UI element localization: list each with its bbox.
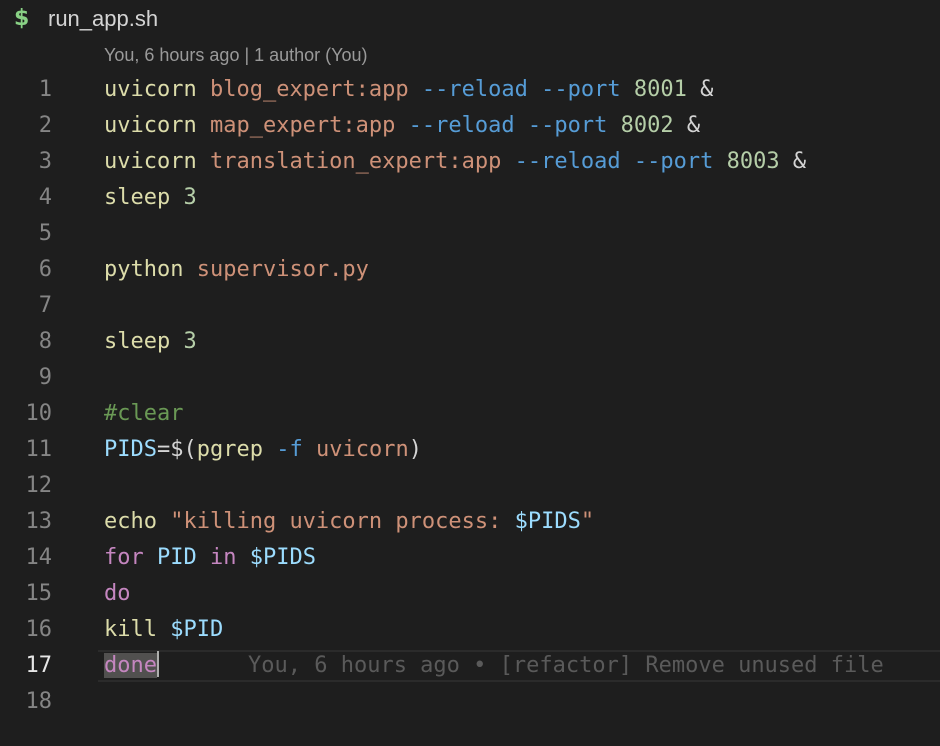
code-line: 11 PIDS=$(pgrep -f uvicorn) [0,432,940,468]
line-number: 12 [25,473,53,498]
code-text: sleep 3 [104,185,197,210]
code-text: done [104,648,159,684]
code-text: python supervisor.py [104,257,369,282]
code-line: 10 #clear [0,396,940,432]
code-line: 2 uvicorn map_expert:app --reload --port… [0,108,940,144]
code-text: echo "killing uvicorn process: $PIDS" [104,509,595,534]
line-number: 3 [38,149,52,174]
line-number: 15 [25,581,53,606]
line-number: 13 [25,509,53,534]
code-text: uvicorn translation_expert:app --reload … [104,149,807,174]
code-line: 5 [0,216,940,252]
line-number: 10 [25,401,53,426]
line-number: 4 [38,185,52,210]
line-number: 6 [38,257,52,282]
code-line: 14 for PID in $PIDS [0,540,940,576]
code-line: 9 [0,360,940,396]
code-text: PIDS=$(pgrep -f uvicorn) [104,437,422,462]
code-text: kill $PID [104,617,224,642]
code-text: uvicorn blog_expert:app --reload --port … [104,77,714,102]
line-number: 18 [25,689,53,714]
code-line: 16 kill $PID [0,612,940,648]
code-line: 1 uvicorn blog_expert:app --reload --por… [0,72,940,108]
line-number: 7 [38,293,52,318]
code-line: 7 [0,288,940,324]
line-number: 14 [25,545,53,570]
line-number: 9 [38,365,52,390]
code-text: for PID in $PIDS [104,545,316,570]
line-number: 1 [38,77,52,102]
line-number: 16 [25,617,53,642]
inline-blame[interactable]: You, 6 hours ago • [refactor] Remove unu… [248,648,884,684]
code-line: 4 sleep 3 [0,180,940,216]
tab-title: run_app.sh [48,6,159,31]
current-line: 17 done You, 6 hours ago • [refactor] Re… [0,648,940,684]
code-text: do [104,581,131,606]
code-line: 13 echo "killing uvicorn process: $PIDS" [0,504,940,540]
line-number: 11 [25,437,53,462]
code-text: sleep 3 [104,329,197,354]
code-line: 15 do [0,576,940,612]
line-number: 5 [38,221,52,246]
code-text: #clear [104,401,184,426]
code-line: 6 python supervisor.py [0,252,940,288]
line-number: 17 [25,653,53,678]
line-number: 2 [38,113,52,138]
line-number: 8 [38,329,52,354]
code-line: 3 uvicorn translation_expert:app --reloa… [0,144,940,180]
editor-tab[interactable]: $ run_app.sh [0,0,940,42]
blame-header[interactable]: You, 6 hours ago | 1 author (You) [104,45,368,66]
text-cursor [156,651,159,677]
code-line: 18 [0,684,940,720]
code-line: 12 [0,468,940,504]
code-text: uvicorn map_expert:app --reload --port 8… [104,113,701,138]
selected-word[interactable]: done [104,653,157,678]
dollar-shell-icon: $ [14,6,30,31]
code-line: 8 sleep 3 [0,324,940,360]
